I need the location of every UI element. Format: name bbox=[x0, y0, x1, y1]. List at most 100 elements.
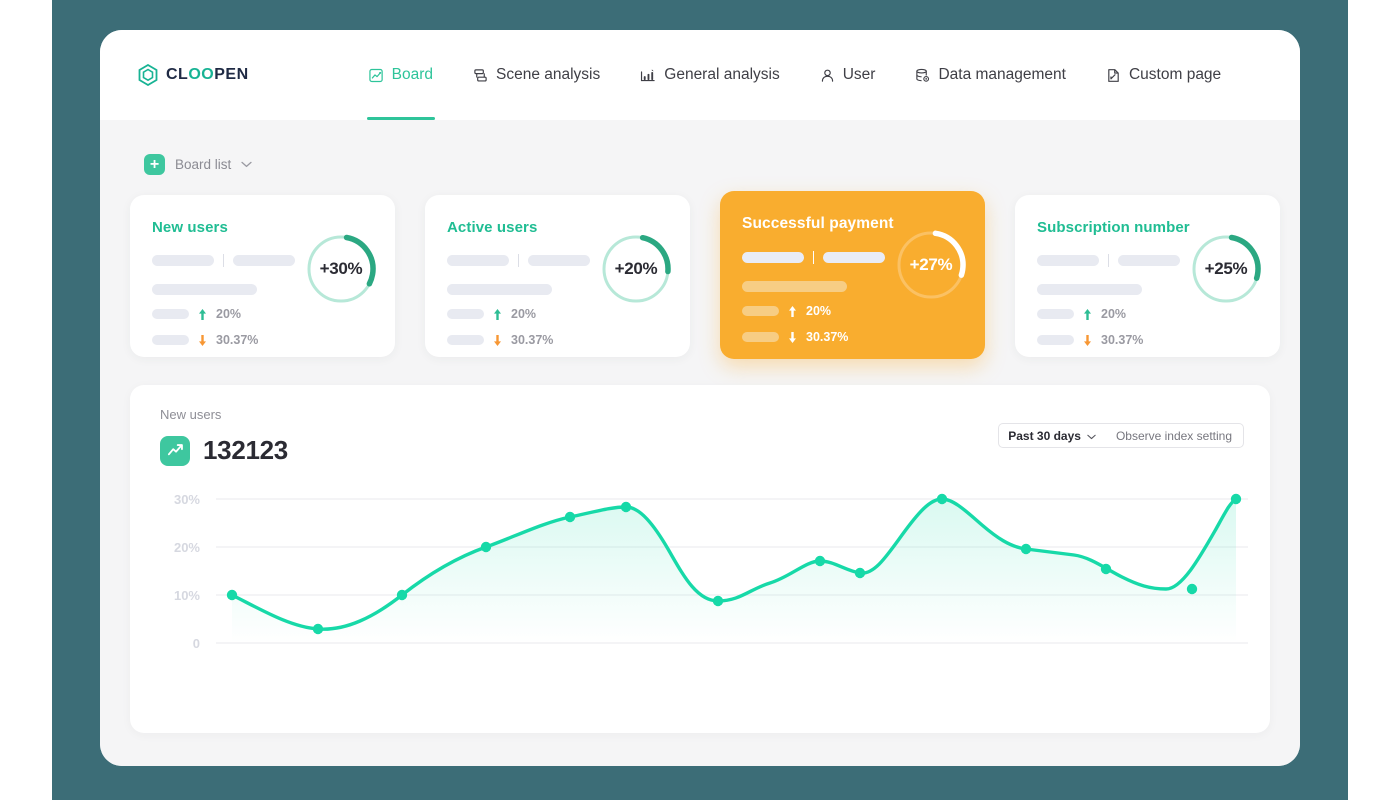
donut-chart: +20% bbox=[600, 233, 672, 305]
chart-data-point bbox=[713, 596, 723, 606]
document-edit-icon bbox=[1106, 68, 1121, 83]
nav-item-label: Scene analysis bbox=[496, 66, 600, 84]
arrow-down-icon bbox=[1083, 334, 1092, 347]
donut-value: +25% bbox=[1190, 233, 1262, 305]
skeleton-divider bbox=[813, 251, 814, 264]
stat-card-new-users[interactable]: New users 20% bbox=[130, 195, 395, 357]
arrow-up-icon bbox=[788, 305, 797, 318]
metric-row-up: 20% bbox=[447, 307, 668, 321]
skeleton-bar bbox=[447, 255, 509, 266]
brand-name-part3: PEN bbox=[214, 66, 248, 84]
board-chart-icon bbox=[369, 68, 384, 83]
skeleton-bar bbox=[152, 255, 214, 266]
brand-logo[interactable]: CLOOPEN bbox=[138, 64, 249, 86]
metric-up-value: 20% bbox=[1101, 307, 1126, 321]
skeleton-bar-small bbox=[152, 309, 189, 319]
date-range-label: Past 30 days bbox=[1008, 429, 1081, 443]
trending-up-icon bbox=[160, 436, 190, 466]
skeleton-bar-small bbox=[447, 335, 484, 345]
chart-data-point bbox=[565, 512, 575, 522]
nav-item-custom-page[interactable]: Custom page bbox=[1086, 30, 1241, 120]
chart-panel-value: 132123 bbox=[203, 435, 288, 466]
nav-item-user[interactable]: User bbox=[800, 30, 896, 120]
y-tick-label: 0 bbox=[193, 636, 200, 651]
stat-card-successful-payment[interactable]: Successful payment 20% bbox=[720, 191, 985, 359]
chevron-down-icon bbox=[1087, 429, 1096, 443]
skeleton-bar-small bbox=[742, 306, 779, 316]
brand-name-part2: OO bbox=[188, 66, 214, 84]
user-icon bbox=[820, 68, 835, 83]
metric-row-up: 20% bbox=[742, 304, 963, 318]
skeleton-bar bbox=[742, 252, 804, 263]
bar-chart-icon bbox=[640, 68, 656, 83]
chart-data-point bbox=[621, 502, 631, 512]
metric-row-down: 30.37% bbox=[1037, 333, 1258, 347]
metric-down-value: 30.37% bbox=[216, 333, 258, 347]
chart-data-point bbox=[815, 556, 825, 566]
chart-data-point bbox=[227, 590, 237, 600]
metric-row-down: 30.37% bbox=[742, 330, 963, 344]
brand-name: CLOOPEN bbox=[166, 66, 249, 84]
metric-up-value: 20% bbox=[216, 307, 241, 321]
y-tick-label: 20% bbox=[174, 540, 200, 555]
skeleton-bar-small bbox=[1037, 309, 1074, 319]
chart-data-point bbox=[1231, 494, 1241, 504]
metric-up-value: 20% bbox=[806, 304, 831, 318]
database-gear-icon bbox=[915, 68, 930, 83]
nav-item-general-analysis[interactable]: General analysis bbox=[620, 30, 799, 120]
chart-data-point bbox=[937, 494, 947, 504]
skeleton-bar bbox=[1037, 255, 1099, 266]
skeleton-bar bbox=[823, 252, 885, 263]
donut-chart: +27% bbox=[895, 229, 967, 301]
chart-data-point bbox=[1101, 564, 1111, 574]
nav-item-data-management[interactable]: Data management bbox=[895, 30, 1086, 120]
chart-data-point bbox=[1187, 584, 1197, 594]
hexagon-logo-icon bbox=[138, 64, 158, 86]
skeleton-bar-small bbox=[152, 335, 189, 345]
line-chart: 30% 20% 10% 0 bbox=[130, 477, 1270, 727]
nav-item-scene-analysis[interactable]: Scene analysis bbox=[453, 30, 620, 120]
skeleton-bar-small bbox=[742, 332, 779, 342]
stat-card-subscription-number[interactable]: Subscription number 20% bbox=[1015, 195, 1280, 357]
nav-item-label: User bbox=[843, 66, 876, 84]
stat-card-active-users[interactable]: Active users 20% bbox=[425, 195, 690, 357]
chart-area-fill bbox=[232, 499, 1236, 643]
metric-row-down: 30.37% bbox=[152, 333, 373, 347]
donut-value: +27% bbox=[895, 229, 967, 301]
skeleton-divider bbox=[518, 254, 519, 267]
y-tick-label: 30% bbox=[174, 492, 200, 507]
nav-item-board[interactable]: Board bbox=[349, 30, 453, 120]
chart-panel: New users 132123 Past 30 days bbox=[130, 385, 1270, 733]
arrow-down-icon bbox=[198, 334, 207, 347]
donut-chart: +25% bbox=[1190, 233, 1262, 305]
arrow-up-icon bbox=[198, 308, 207, 321]
skeleton-bar bbox=[1118, 255, 1180, 266]
metric-row-up: 20% bbox=[152, 307, 373, 321]
chart-data-point bbox=[481, 542, 491, 552]
skeleton-bar-long bbox=[742, 281, 847, 292]
chart-data-point bbox=[855, 568, 865, 578]
brand-name-part1: CL bbox=[166, 66, 188, 84]
chevron-down-icon bbox=[241, 161, 252, 168]
chart-data-point bbox=[1021, 544, 1031, 554]
app-window: CLOOPEN Board bbox=[100, 30, 1300, 766]
plus-icon[interactable]: + bbox=[144, 154, 165, 175]
observe-index-setting-button[interactable]: Observe index setting bbox=[1105, 424, 1243, 447]
date-range-selector[interactable]: Past 30 days bbox=[999, 424, 1105, 447]
metric-up-value: 20% bbox=[511, 307, 536, 321]
donut-value: +30% bbox=[305, 233, 377, 305]
nav-item-label: Board bbox=[392, 66, 433, 84]
skeleton-divider bbox=[1108, 254, 1109, 267]
scene-layers-icon bbox=[473, 68, 488, 83]
skeleton-bar-small bbox=[1037, 335, 1074, 345]
skeleton-bar-small bbox=[447, 309, 484, 319]
app-body: + Board list New users bbox=[100, 120, 1300, 766]
nav-item-label: General analysis bbox=[664, 66, 779, 84]
screenshot-root: CLOOPEN Board bbox=[0, 0, 1400, 800]
main-nav: Board Scene analysis bbox=[349, 30, 1242, 120]
nav-item-label: Data management bbox=[938, 66, 1066, 84]
board-list-button[interactable]: + Board list bbox=[144, 154, 1270, 175]
chart-data-point bbox=[397, 590, 407, 600]
metric-down-value: 30.37% bbox=[806, 330, 848, 344]
skeleton-divider bbox=[223, 254, 224, 267]
